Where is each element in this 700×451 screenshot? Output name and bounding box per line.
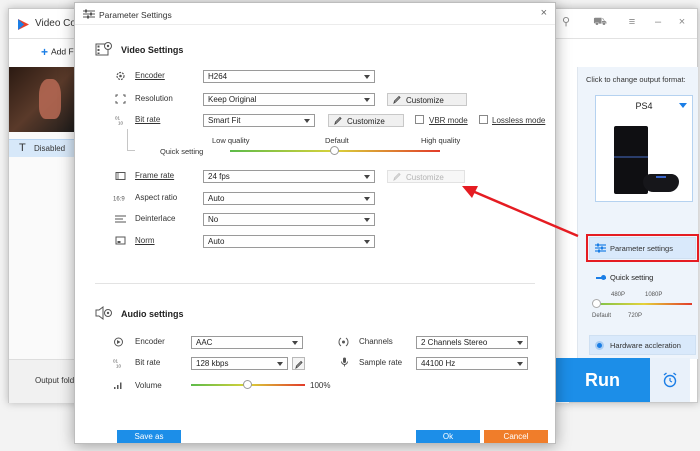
annotation-arrow [462,186,579,238]
screenshot-stage: Video Con ⚲ ⛟ ≡ – × + Add Fi T Disabled O… [0,0,700,451]
